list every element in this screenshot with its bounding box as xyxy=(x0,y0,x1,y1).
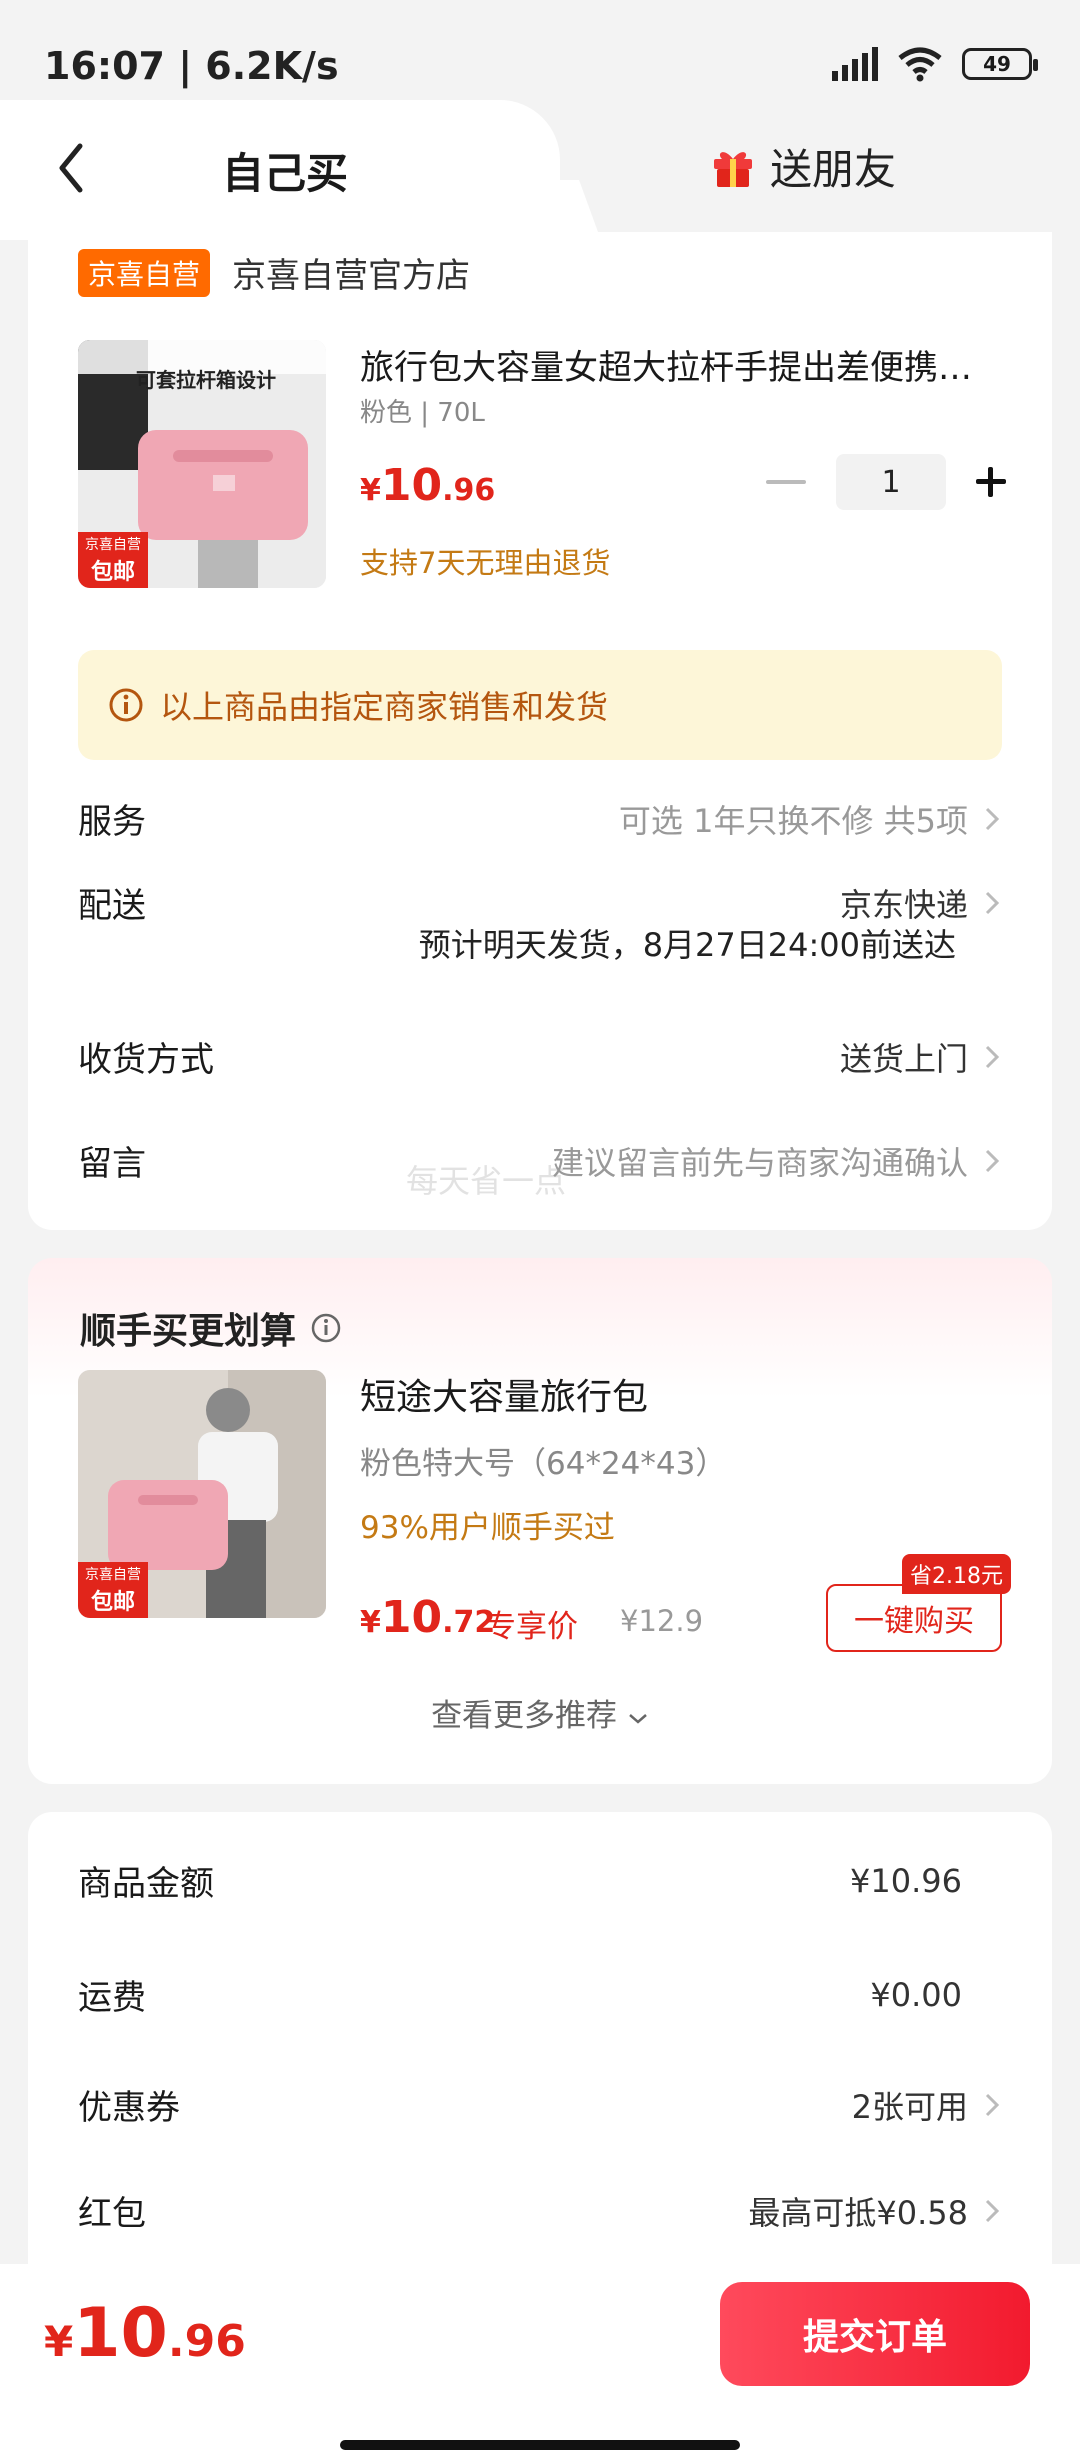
savings-badge: 省2.18元 xyxy=(902,1554,1011,1594)
thumb-caption: 可套拉杆箱设计 xyxy=(136,368,276,392)
service-value: 可选 1年只换不修 共5项 xyxy=(618,801,968,840)
notice-text: 以上商品由指定商家销售和发货 xyxy=(160,688,609,726)
service-row[interactable]: 服务 可选 1年只换不修 共5项 xyxy=(78,794,1002,843)
receive-method-value: 送货上门 xyxy=(839,1039,968,1078)
product-price: ¥10.96 xyxy=(360,460,496,511)
shop-row[interactable]: 京喜自营 京喜自营官方店 xyxy=(78,248,470,297)
seller-notice: 以上商品由指定商家销售和发货 xyxy=(78,650,1002,760)
home-indicator[interactable] xyxy=(340,2440,740,2450)
more-recommendations-link[interactable]: 查看更多推荐 xyxy=(28,1690,1052,1735)
tab-bar: 自己买 送朋友 xyxy=(0,100,1080,240)
red-packet-row[interactable]: 红包 最高可抵¥0.58 xyxy=(78,2186,1002,2235)
coupon-row[interactable]: 优惠券 2张可用 xyxy=(78,2080,1002,2129)
receive-method-row[interactable]: 收货方式 送货上门 xyxy=(78,1032,1002,1081)
chevron-right-icon xyxy=(985,891,1000,914)
watermark: 每天省一点 xyxy=(406,1162,567,1200)
recommend-price: ¥10.72 xyxy=(360,1592,496,1643)
shop-name: 京喜自营官方店 xyxy=(232,256,471,296)
red-packet-value: 最高可抵¥0.58 xyxy=(748,2193,968,2232)
coupon-value: 2张可用 xyxy=(851,2087,968,2126)
gift-icon xyxy=(714,151,752,187)
chevron-down-icon xyxy=(629,1714,647,1724)
goods-amount-value: ¥10.96 xyxy=(850,1861,962,1900)
total-price: ¥10.96 xyxy=(44,2294,246,2373)
shipping-fee-value: ¥0.00 xyxy=(870,1975,962,2014)
recommend-spec: 粉色特大号（64*24*43） xyxy=(360,1446,727,1482)
chevron-right-icon xyxy=(985,807,1000,830)
free-shipping-badge: 京喜自营 包邮 xyxy=(78,1562,148,1618)
goods-amount-row: 商品金额 ¥10.96 xyxy=(78,1861,962,1905)
recommendation-card: 顺手买更划算 京喜自营 包邮 短途大容量旅行包 粉色特大号（64*24*43） … xyxy=(28,1258,1052,1784)
shipping-fee-row: 运费 ¥0.00 xyxy=(78,1975,962,2019)
return-policy: 支持7天无理由退货 xyxy=(360,546,611,580)
recommendation-title: 顺手买更划算 xyxy=(80,1302,342,1354)
info-icon[interactable] xyxy=(310,1312,342,1344)
decrease-button[interactable] xyxy=(766,480,806,484)
signal-icon xyxy=(832,47,878,81)
quantity-input[interactable]: 1 xyxy=(836,454,946,510)
message-placeholder: 建议留言前先与商家沟通确认 xyxy=(551,1143,968,1182)
recommend-thumbnail[interactable]: 京喜自营 包邮 xyxy=(78,1370,326,1618)
checkout-bar: ¥10.96 提交订单 xyxy=(0,2264,1080,2460)
one-click-buy-button[interactable]: 一键购买 xyxy=(826,1584,1002,1652)
chevron-right-icon xyxy=(985,1045,1000,1068)
status-time: 16:07 | 6.2K/s xyxy=(44,44,339,88)
chevron-right-icon xyxy=(985,2199,1000,2222)
tab-gift-label: 送朋友 xyxy=(770,145,897,194)
free-shipping-badge: 京喜自营 包邮 xyxy=(78,532,148,588)
tab-gift[interactable]: 送朋友 xyxy=(712,136,896,197)
quantity-stepper: 1 xyxy=(766,454,1016,510)
tab-self-buy-label[interactable]: 自己买 xyxy=(222,140,348,201)
order-card: 京喜自营 京喜自营官方店 可套拉杆箱设计 京喜自营 包邮 旅行包大容量女超大拉杆… xyxy=(28,232,1052,1230)
back-icon[interactable] xyxy=(52,138,92,198)
status-icons: 49 xyxy=(832,46,1038,82)
delivery-value: 京东快递 xyxy=(839,885,968,924)
product-thumbnail[interactable]: 可套拉杆箱设计 京喜自营 包邮 xyxy=(78,340,326,588)
increase-button[interactable] xyxy=(976,462,1016,502)
product-title[interactable]: 旅行包大容量女超大拉杆手提出差便携… xyxy=(360,340,1000,389)
info-icon xyxy=(109,688,143,722)
battery-icon: 49 xyxy=(962,48,1038,80)
chevron-right-icon xyxy=(985,2093,1000,2116)
recommend-name[interactable]: 短途大容量旅行包 xyxy=(360,1368,648,1420)
submit-order-button[interactable]: 提交订单 xyxy=(720,2282,1030,2386)
product-spec[interactable]: 粉色 | 70L xyxy=(360,392,485,429)
self-operated-badge: 京喜自营 xyxy=(78,248,211,297)
original-price: ¥12.9 xyxy=(620,1604,704,1638)
exclusive-price-label: 专享价 xyxy=(485,1609,578,1645)
chevron-right-icon xyxy=(985,1149,1000,1172)
recommend-popularity: 93%用户顺手买过 xyxy=(360,1510,615,1546)
delivery-estimate: 预计明天发货，8月27日24:00前送达 xyxy=(418,926,956,964)
wifi-icon xyxy=(898,47,942,82)
